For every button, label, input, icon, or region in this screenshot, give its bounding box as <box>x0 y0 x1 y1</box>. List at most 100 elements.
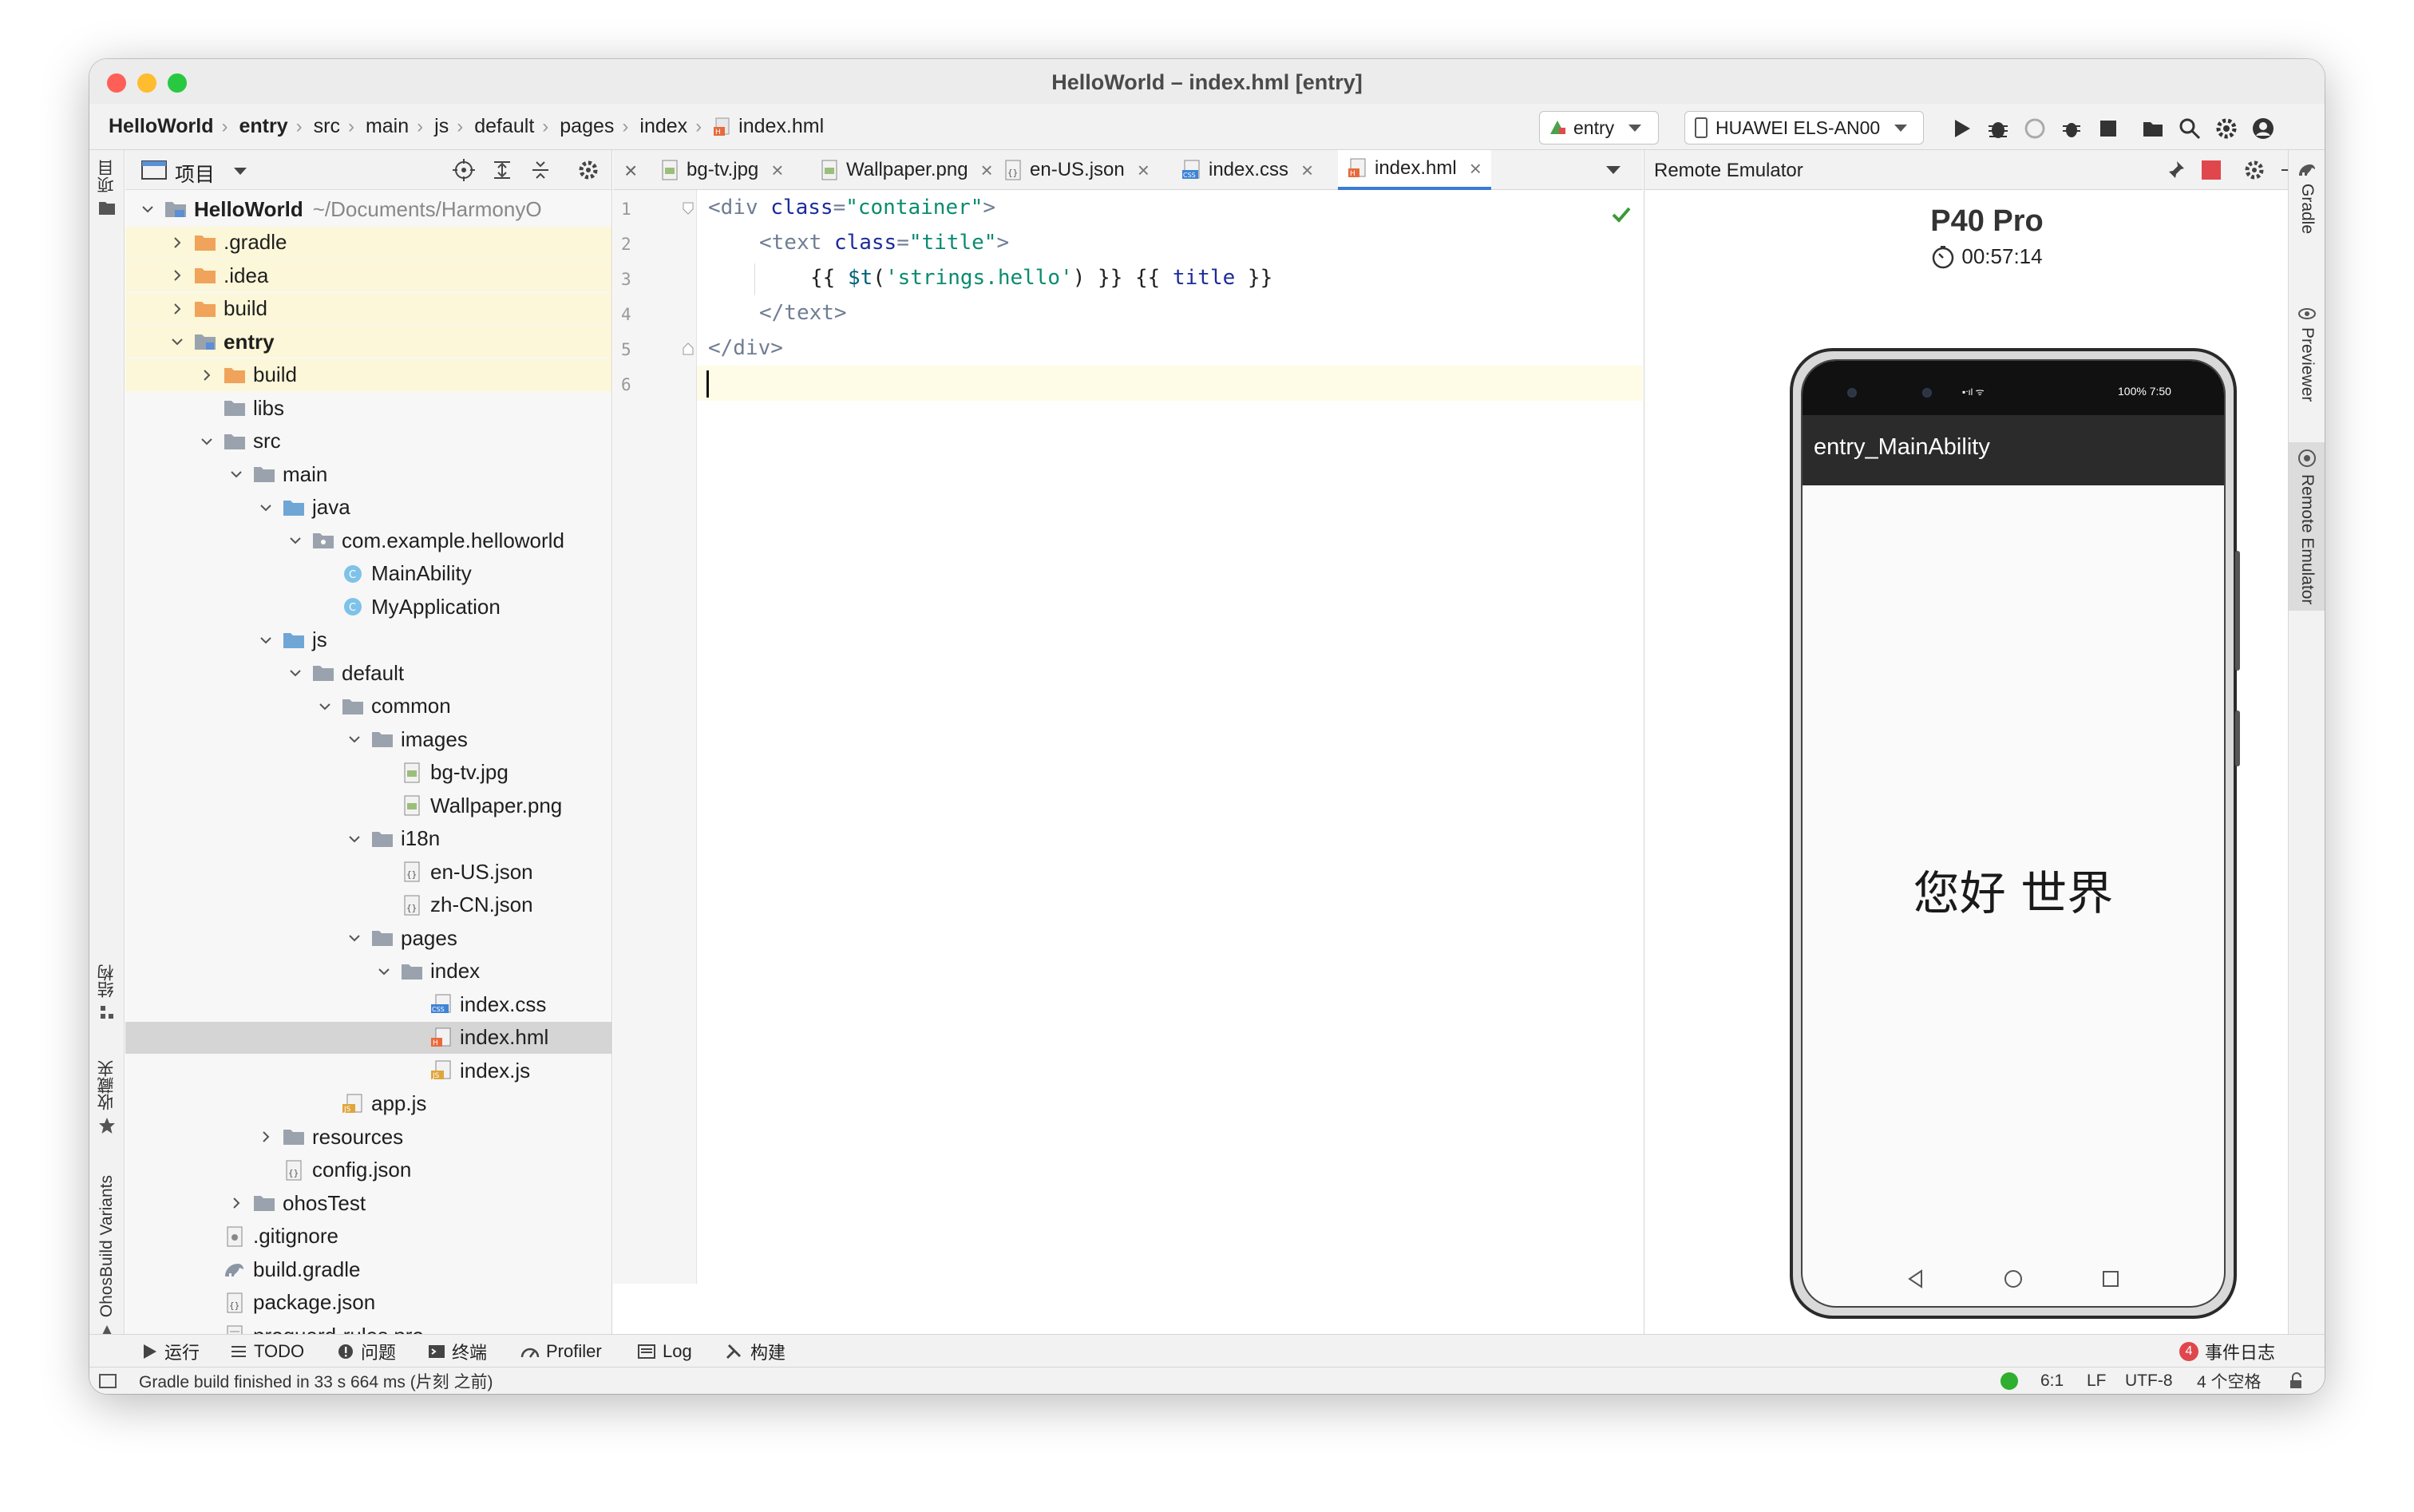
editor-tab[interactable]: CSS index.css × <box>1172 150 1323 190</box>
tree-item[interactable]: {} config.json <box>125 1154 611 1186</box>
tree-item[interactable]: build <box>125 292 611 325</box>
chevron-right-icon[interactable] <box>199 367 215 383</box>
tool-tab-project[interactable]: 项目 <box>89 160 125 216</box>
editor-tab[interactable]: bg-tv.jpg × <box>651 150 793 190</box>
tree-item[interactable]: Hindex.hml <box>125 1021 611 1054</box>
editor-tab-active[interactable]: H index.hml × <box>1338 150 1491 190</box>
status-message[interactable]: Gradle build finished in 33 s 664 ms (片刻… <box>99 1368 493 1394</box>
recents-square-icon[interactable] <box>2100 1269 2121 1289</box>
tree-item[interactable]: build <box>125 358 611 391</box>
chevron-down-icon[interactable] <box>140 201 156 217</box>
tree-item[interactable]: libs <box>125 392 611 424</box>
tree-item[interactable]: i18n <box>125 823 611 855</box>
close-icon[interactable]: × <box>624 158 637 184</box>
stop-emulator-icon[interactable] <box>2200 159 2222 181</box>
tab-list-chevron-icon[interactable] <box>1606 166 1621 174</box>
editor-tab[interactable]: {} en-US.json × <box>995 150 1159 190</box>
tool-todo-button[interactable]: TODO <box>230 1335 304 1368</box>
tool-problems-button[interactable]: 问题 <box>337 1335 396 1368</box>
chevron-down-icon[interactable] <box>376 964 392 980</box>
chevron-down-icon[interactable] <box>287 665 303 681</box>
breadcrumb-item[interactable]: default › <box>474 115 560 138</box>
tree-item[interactable]: {} en-US.json <box>125 856 611 888</box>
chevron-right-icon[interactable] <box>169 301 185 317</box>
collapse-all-icon[interactable] <box>529 159 552 181</box>
breadcrumb-item[interactable]: main › <box>366 115 434 138</box>
profile-icon[interactable] <box>2023 117 2047 141</box>
indent-setting[interactable]: 4 个空格 <box>2197 1368 2262 1394</box>
tool-tab-build-variants[interactable]: OhosBuild Variants <box>89 1175 125 1340</box>
emulator-settings-icon[interactable] <box>2243 159 2266 181</box>
editor-tab[interactable]: Wallpaper.png × <box>811 150 1003 190</box>
breadcrumb-item[interactable]: pages › <box>560 115 639 138</box>
tree-item[interactable]: main <box>125 458 611 490</box>
chevron-right-icon[interactable] <box>169 235 185 251</box>
debug-icon[interactable] <box>1986 117 2010 141</box>
tool-log-button[interactable]: Log <box>637 1335 692 1368</box>
tree-item[interactable]: ohosTest <box>125 1187 611 1219</box>
tree-item[interactable]: build.gradle <box>125 1253 611 1285</box>
breadcrumb-item[interactable]: index › <box>639 115 713 138</box>
tree-item[interactable]: common <box>125 691 611 722</box>
close-tab-icon[interactable]: × <box>1301 158 1313 183</box>
locate-file-icon[interactable] <box>453 159 475 181</box>
chevron-down-icon[interactable] <box>258 632 274 648</box>
tree-item[interactable]: default <box>125 657 611 689</box>
line-separator[interactable]: LF <box>2087 1368 2107 1394</box>
stop-icon[interactable] <box>2096 117 2120 141</box>
chevron-down-icon[interactable] <box>258 500 274 516</box>
settings-gear-icon[interactable] <box>2214 117 2238 141</box>
chevron-down-icon[interactable] <box>346 930 362 946</box>
run-icon[interactable] <box>1949 117 1973 141</box>
tree-item[interactable]: .gradle <box>125 226 611 259</box>
file-encoding[interactable]: UTF-8 <box>2125 1368 2173 1394</box>
chevron-down-icon[interactable] <box>234 168 247 175</box>
tool-tab-remote-emulator[interactable]: Remote Emulator <box>2289 442 2325 612</box>
caret-position[interactable]: 6:1 <box>2040 1368 2064 1394</box>
chevron-down-icon[interactable] <box>228 466 244 482</box>
breadcrumb-item[interactable]: HelloWorld › <box>109 115 239 138</box>
tree-item[interactable]: resources <box>125 1121 611 1153</box>
tree-item[interactable]: {} zh-CN.json <box>125 889 611 921</box>
tool-run-button[interactable]: 运行 <box>140 1335 200 1368</box>
tree-item[interactable]: Wallpaper.png <box>125 790 611 821</box>
breadcrumb-item[interactable]: H index.hml <box>713 115 824 138</box>
tree-item[interactable]: CSS index.css <box>125 988 611 1020</box>
tool-tab-favorites[interactable]: 收藏夹 <box>89 1060 125 1134</box>
device-select[interactable]: HUAWEI ELS-AN00 <box>1684 111 1924 144</box>
tree-item[interactable]: C MyApplication <box>125 591 611 623</box>
chevron-down-icon[interactable] <box>317 699 333 714</box>
tree-item[interactable]: C MainAbility <box>125 558 611 590</box>
tool-tab-previewer[interactable]: Previewer <box>2289 307 2325 402</box>
tree-item[interactable]: .idea <box>125 259 611 291</box>
tree-item[interactable]: bg-tv.jpg <box>125 757 611 789</box>
project-structure-icon[interactable] <box>2141 117 2165 141</box>
back-triangle-icon[interactable] <box>1905 1269 1926 1289</box>
tree-item[interactable]: pages <box>125 922 611 954</box>
tool-event-log-button[interactable]: 4 事件日志 <box>2179 1335 2275 1368</box>
attach-debugger-icon[interactable] <box>2060 117 2084 141</box>
chevron-right-icon[interactable] <box>258 1129 274 1145</box>
panel-settings-icon[interactable] <box>577 159 600 181</box>
status-indicator[interactable] <box>2000 1368 2018 1394</box>
tree-item[interactable]: js <box>125 624 611 656</box>
tree-item[interactable]: index <box>125 956 611 988</box>
expand-all-icon[interactable] <box>491 159 513 181</box>
chevron-right-icon[interactable] <box>169 267 185 283</box>
run-configuration-select[interactable]: entry <box>1539 111 1659 144</box>
chevron-down-icon[interactable] <box>169 334 185 350</box>
tree-item[interactable]: src <box>125 425 611 457</box>
pin-icon[interactable] <box>2165 160 2186 180</box>
close-tab-icon[interactable]: × <box>771 158 783 183</box>
search-icon[interactable] <box>2178 117 2202 141</box>
tree-item[interactable]: JS index.js <box>125 1055 611 1087</box>
account-avatar-icon[interactable] <box>2251 117 2275 141</box>
breadcrumb-item[interactable]: js › <box>434 115 474 138</box>
tree-item[interactable]: entry <box>125 326 611 358</box>
tree-item[interactable]: java <box>125 492 611 524</box>
tree-item[interactable]: proguard-rules.pro <box>125 1320 611 1334</box>
chevron-right-icon[interactable] <box>228 1195 244 1211</box>
tree-item[interactable]: {} package.json <box>125 1287 611 1319</box>
tool-tab-gradle[interactable]: Gradle <box>2289 161 2325 234</box>
fold-marker-icon[interactable] <box>682 201 695 216</box>
